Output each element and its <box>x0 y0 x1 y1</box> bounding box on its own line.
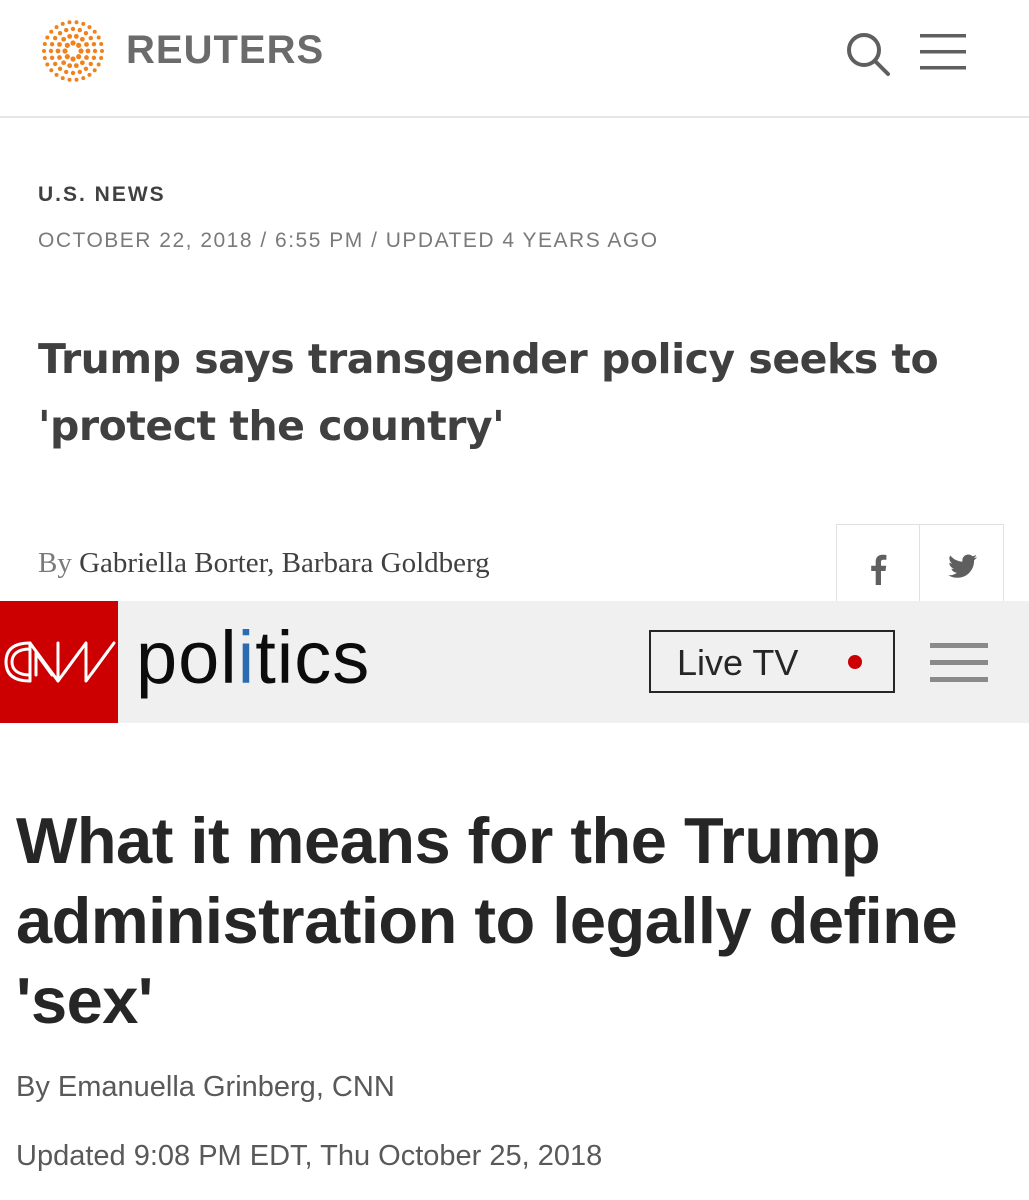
logo-dot <box>73 63 79 69</box>
cnn-logo-icon[interactable] <box>0 601 118 723</box>
logo-dot <box>54 72 59 77</box>
logo-dot <box>77 27 82 33</box>
logo-dot <box>76 42 82 48</box>
logo-dot <box>42 55 47 60</box>
twitter-icon <box>948 554 978 578</box>
logo-dot <box>70 40 76 46</box>
live-tv-label: Live TV <box>677 642 799 683</box>
logo-dot <box>84 55 89 60</box>
logo-dot <box>64 54 70 60</box>
logo-dot <box>67 77 72 82</box>
logo-dot <box>92 68 97 73</box>
logo-dot <box>49 68 54 73</box>
logo-dot <box>100 49 104 53</box>
logo-dot <box>74 20 79 25</box>
logo-dot <box>79 60 85 66</box>
search-icon[interactable] <box>842 28 894 80</box>
live-dot-icon <box>848 655 862 669</box>
byline-prefix: By <box>38 547 72 579</box>
logo-dot <box>73 33 79 39</box>
logo-dot <box>67 20 72 25</box>
hamburger-menu-icon[interactable] <box>930 641 988 685</box>
logo-dot <box>49 55 55 60</box>
logo-dot <box>81 21 86 26</box>
logo-dot <box>87 25 92 30</box>
logo-dot <box>91 55 97 60</box>
logo-dot <box>77 69 82 75</box>
logo-dot <box>74 77 79 82</box>
logo-dot <box>70 70 76 76</box>
byline-authors[interactable]: Gabriella Borter, Barbara Goldberg <box>79 547 490 579</box>
logo-dot <box>53 35 58 41</box>
logo-dot <box>79 36 85 42</box>
logo-dot <box>42 42 47 47</box>
logo-dot <box>70 56 76 62</box>
logo-dot <box>57 42 62 47</box>
logo-dot <box>64 42 70 48</box>
logo-dot <box>92 48 98 54</box>
dateline: OCTOBER 22, 2018 / 6:55 PM / UPDATED 4 Y… <box>38 229 659 252</box>
hamburger-menu-icon[interactable] <box>918 32 970 72</box>
reuters-wordmark[interactable]: REUTERS <box>126 26 324 74</box>
twitter-share-button[interactable] <box>920 524 1004 601</box>
logo-dot <box>61 36 67 42</box>
logo-dot <box>45 62 50 67</box>
cnn-logo-mark <box>4 641 116 683</box>
logo-dot <box>64 27 69 33</box>
logo-dot <box>42 49 46 53</box>
logo-dot <box>99 42 104 47</box>
article-headline: Trump says transgender policy seeks to '… <box>38 335 939 450</box>
reuters-header: REUTERS <box>0 0 1029 118</box>
logo-dot <box>55 48 61 54</box>
logo-dot <box>78 48 84 54</box>
logo-dot <box>83 31 89 36</box>
logo-dot <box>88 61 93 67</box>
logo-dot <box>45 35 50 40</box>
logo-dot <box>57 31 63 36</box>
logo-dot <box>99 55 104 60</box>
byline: By Gabriella Borter, Barbara Goldberg <box>38 547 490 580</box>
updated-timestamp: Updated 9:08 PM EDT, Thu October 25, 201… <box>16 1140 603 1172</box>
logo-dot <box>53 61 58 67</box>
logo-dot <box>54 25 59 30</box>
cnn-header: politics Live TV <box>0 601 1029 723</box>
logo-dot <box>84 42 89 47</box>
logo-dot <box>88 35 93 41</box>
logo-dot <box>67 33 73 39</box>
section-title-text: politics <box>136 616 371 699</box>
logo-dot <box>76 54 82 60</box>
reuters-dot-logo-icon[interactable] <box>36 16 110 86</box>
logo-dot <box>64 69 69 75</box>
logo-dot <box>49 42 55 47</box>
facebook-icon <box>871 554 887 585</box>
logo-dot <box>67 63 73 69</box>
logo-dot <box>57 55 62 60</box>
logo-dot <box>60 21 65 26</box>
byline[interactable]: By Emanuella Grinberg, CNN <box>16 1071 395 1104</box>
logo-dot <box>85 48 91 54</box>
facebook-share-button[interactable] <box>836 524 920 601</box>
logo-dot <box>92 29 97 34</box>
logo-dot <box>57 66 63 71</box>
logo-dot <box>48 48 54 54</box>
logo-dot <box>60 76 65 81</box>
logo-dot <box>96 35 101 40</box>
logo-dot <box>62 48 68 54</box>
live-tv-button[interactable]: Live TV <box>649 630 895 693</box>
cnn-article-screenshot: politics Live TV What it means for the T… <box>0 601 1029 1200</box>
section-label[interactable]: U.S. NEWS <box>38 183 166 207</box>
logo-dot <box>91 42 97 47</box>
section-title[interactable]: politics <box>136 613 370 703</box>
logo-dot <box>49 29 54 34</box>
logo-dot <box>70 26 76 32</box>
logo-dot <box>87 72 92 77</box>
logo-dot <box>81 76 86 81</box>
reuters-article-screenshot: REUTERS U.S. NEWS OCTOBER 22, 2018 / 6:5… <box>0 0 1029 601</box>
logo-dot <box>61 60 67 66</box>
logo-dot <box>96 62 101 67</box>
article-headline: What it means for the Trump administrati… <box>16 804 958 1037</box>
logo-dot <box>83 66 89 71</box>
